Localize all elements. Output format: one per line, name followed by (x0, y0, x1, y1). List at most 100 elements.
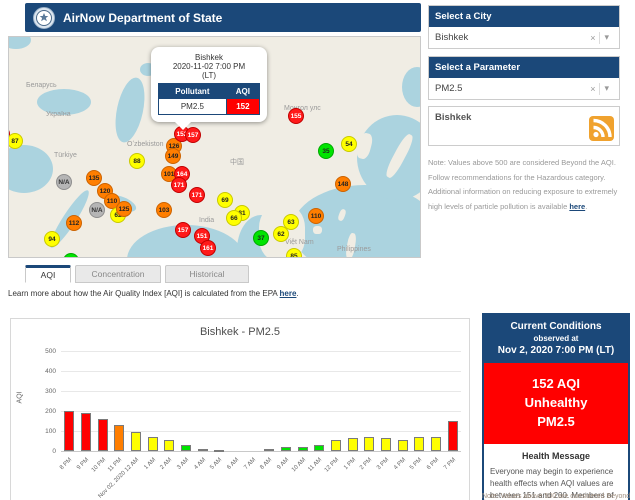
map-marker[interactable]: 69 (217, 192, 233, 208)
rss-feed-box: Bishkek (428, 106, 620, 146)
chart-bar[interactable] (381, 438, 391, 451)
map-marker[interactable]: 171 (171, 177, 187, 193)
chart-bar[interactable] (281, 447, 291, 451)
map-marker[interactable]: 62 (273, 226, 289, 242)
chart-bar[interactable] (164, 440, 174, 451)
map-marker[interactable]: 88 (129, 153, 145, 169)
chart-bar[interactable] (114, 425, 124, 451)
learn-more-link[interactable]: here (280, 289, 297, 298)
tab-aqi[interactable]: AQI (25, 265, 71, 283)
aqi-status-block: 152 AQI Unhealthy PM2.5 (484, 363, 628, 444)
chart-bar[interactable] (431, 437, 441, 451)
land-hainan (313, 226, 322, 234)
map-marker[interactable]: 54 (341, 136, 357, 152)
city-select-label: Select a City (429, 6, 619, 27)
chart-bar[interactable] (414, 437, 424, 451)
map-marker[interactable]: 171 (189, 187, 205, 203)
chart-bar[interactable] (264, 449, 274, 451)
map-popup: Bishkek 2020-11-02 7:00 PM (LT) Pollutan… (151, 47, 267, 122)
sidebar-note-text: Note: Values above 500 are considered Be… (428, 158, 617, 211)
chart-bar[interactable] (64, 411, 74, 451)
chart-y-tick-label: 0 (16, 448, 56, 455)
parameter-select[interactable]: PM2.5 × ▾ (429, 78, 619, 99)
city-select-value: Bishkek (435, 32, 586, 43)
learn-more-text: Learn more about how the Air Quality Ind… (8, 289, 299, 298)
map-marker[interactable]: 66 (226, 210, 242, 226)
map-marker[interactable]: 148 (335, 176, 351, 192)
tab-historical[interactable]: Historical (165, 265, 249, 283)
chart-bar[interactable] (98, 419, 108, 451)
city-caret-down-icon[interactable]: ▾ (600, 32, 613, 43)
popup-pollutant-value: PM2.5 (159, 99, 227, 115)
chart-bar[interactable] (298, 447, 308, 451)
chart-bar[interactable] (148, 437, 158, 451)
popup-aqi-value: 152 (226, 99, 259, 115)
rss-icon[interactable] (589, 116, 614, 141)
chart-gridline (61, 411, 461, 412)
map-marker[interactable]: 157 (175, 222, 191, 238)
map-marker[interactable]: 35 (318, 143, 334, 159)
parameter-caret-down-icon[interactable]: ▾ (600, 83, 613, 94)
popup-timezone: (LT) (158, 71, 260, 80)
parameter-select-value: PM2.5 (435, 83, 586, 94)
map-marker[interactable]: 161 (200, 240, 216, 256)
chart-bar[interactable] (448, 421, 458, 451)
parameter-select-box: Select a Parameter PM2.5 × ▾ (428, 56, 620, 100)
chart-bar[interactable] (181, 445, 191, 451)
tab-concentration[interactable]: Concentration (75, 265, 161, 283)
map-marker[interactable]: 110 (308, 208, 324, 224)
health-message-title: Health Message (490, 451, 622, 461)
tab-bar: AQI Concentration Historical (25, 265, 249, 283)
current-conditions-title: Current Conditions (488, 321, 624, 332)
chart-y-tick-label: 300 (16, 388, 56, 395)
map-country-label: Türkiye (54, 152, 77, 159)
popup-col-aqi: AQI (226, 84, 259, 99)
aqi-category: Unhealthy (488, 394, 624, 413)
chart-bar[interactable] (398, 440, 408, 451)
map-marker[interactable]: 112 (66, 215, 82, 231)
learn-more-suffix: . (296, 289, 298, 298)
chart-title: Bishkek - PM2.5 (11, 326, 469, 338)
map-marker[interactable]: 103 (156, 202, 172, 218)
popup-city: Bishkek (158, 53, 260, 62)
water-mediterranean (8, 145, 53, 193)
water-baltic (8, 36, 31, 49)
map-marker[interactable]: 155 (288, 108, 304, 124)
parameter-clear-icon[interactable]: × (586, 84, 599, 94)
chart-bar[interactable] (348, 438, 358, 451)
parameter-select-label: Select a Parameter (429, 57, 619, 78)
chart-bar[interactable] (81, 413, 91, 451)
water-caspian-sea (110, 75, 149, 145)
chart-bar[interactable] (214, 450, 224, 452)
aqi-map[interactable]: БеларусьУкраїнаTürkiyeOʻzbekistonМонгол … (8, 36, 421, 258)
chart-gridline (61, 451, 461, 452)
app-header: AirNow Department of State (25, 3, 421, 32)
chart-bar[interactable] (198, 449, 208, 451)
chart-y-tick-label: 500 (16, 348, 56, 355)
map-marker[interactable]: 125 (116, 201, 132, 217)
map-marker[interactable]: 37 (253, 230, 269, 246)
department-of-state-seal-icon (33, 7, 55, 29)
health-message-block: Health Message Everyone may begin to exp… (484, 444, 628, 500)
map-marker[interactable]: 85 (286, 248, 302, 258)
map-marker[interactable] (63, 253, 79, 258)
map-country-label: Україна (46, 111, 71, 118)
map-country-label: Беларусь (26, 82, 57, 89)
map-country-label: India (199, 217, 214, 224)
map-country-label: Oʻzbekiston (127, 141, 164, 148)
chart-bar[interactable] (364, 437, 374, 451)
sidebar-note-suffix: . (585, 202, 587, 211)
chart-bar[interactable] (331, 440, 341, 451)
chart-gridline (61, 371, 461, 372)
current-conditions-panel: Current Conditions observed at Nov 2, 20… (482, 313, 630, 500)
sidebar-note-link[interactable]: here (569, 202, 585, 211)
chart-bar[interactable] (314, 445, 324, 451)
city-select[interactable]: Bishkek × ▾ (429, 27, 619, 48)
map-marker[interactable]: 149 (165, 148, 181, 164)
map-marker[interactable]: 94 (44, 231, 60, 247)
chart-bar[interactable] (131, 432, 141, 451)
map-marker[interactable]: N/A (89, 202, 105, 218)
map-marker[interactable]: N/A (56, 174, 72, 190)
city-clear-icon[interactable]: × (586, 33, 599, 43)
page-title: AirNow Department of State (63, 11, 222, 25)
